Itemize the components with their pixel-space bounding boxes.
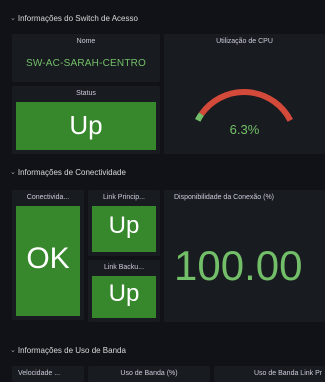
disponibilidade-value: 100.00 [174,242,303,289]
chevron-down-icon: ⌄ [10,169,16,176]
panel-title: Nome [76,38,96,45]
gauge-fill [195,112,204,122]
panel-title: Status [76,90,96,97]
conectividade-value: OK [26,242,70,275]
panel-status[interactable]: Status Up [12,86,160,154]
chevron-down-icon: ⌄ [10,347,16,354]
cpu-value: 6.3% [229,122,260,137]
row-header-switch[interactable]: ⌄ Informações do Switch de Acesso [10,10,325,26]
panel-title: Velocidade ... [18,370,61,377]
panel-uso-banda[interactable]: Uso de Banda (%) [88,366,210,382]
status-value-box: Up [16,102,156,150]
chevron-down-icon: ⌄ [10,15,16,22]
conectividade-value-box: OK [16,206,80,316]
panel-title: Uso de Banda Link Pr [254,370,323,377]
row-title: Informações de Uso de Banda [17,345,126,355]
row-header-connectivity[interactable]: ⌄ Informações de Conectividade [10,164,325,180]
panel-conectividade[interactable]: Conectivida... OK [12,190,84,320]
row-title: Informações do Switch de Acesso [17,13,138,23]
panel-link-principal[interactable]: Link Princip... Up [88,190,160,256]
status-value: Up [69,110,103,140]
panel-uso-banda-link[interactable]: Uso de Banda Link Pr [214,366,325,382]
panel-cpu[interactable]: Utilização de CPU 6.3% [164,34,325,154]
panel-link-backup[interactable]: Link Backu... Up [88,260,160,322]
panel-title: Link Backu... [103,264,145,271]
panel-title: Disponibilidade da Conexão (%) [174,194,275,201]
panel-title: Conectivida... [26,194,70,201]
link-principal-value-box: Up [92,206,156,252]
panel-title: Link Princip... [102,194,146,201]
row-title: Informações de Conectividade [17,167,126,177]
panel-velocidade[interactable]: Velocidade ... [12,366,84,382]
switch-name-value: SW-AC-SARAH-CENTRO [25,58,147,69]
link-backup-value: Up [108,280,140,307]
gauge-track [198,89,293,122]
link-backup-value-box: Up [92,276,156,318]
row-header-bandwidth[interactable]: ⌄ Informações de Uso de Banda [10,342,325,358]
panel-title: Uso de Banda (%) [120,370,178,377]
panel-disponibilidade[interactable]: Disponibilidade da Conexão (%) 100.00 [164,190,325,322]
panel-nome[interactable]: Nome SW-AC-SARAH-CENTRO [12,34,160,82]
link-principal-value: Up [108,212,140,239]
